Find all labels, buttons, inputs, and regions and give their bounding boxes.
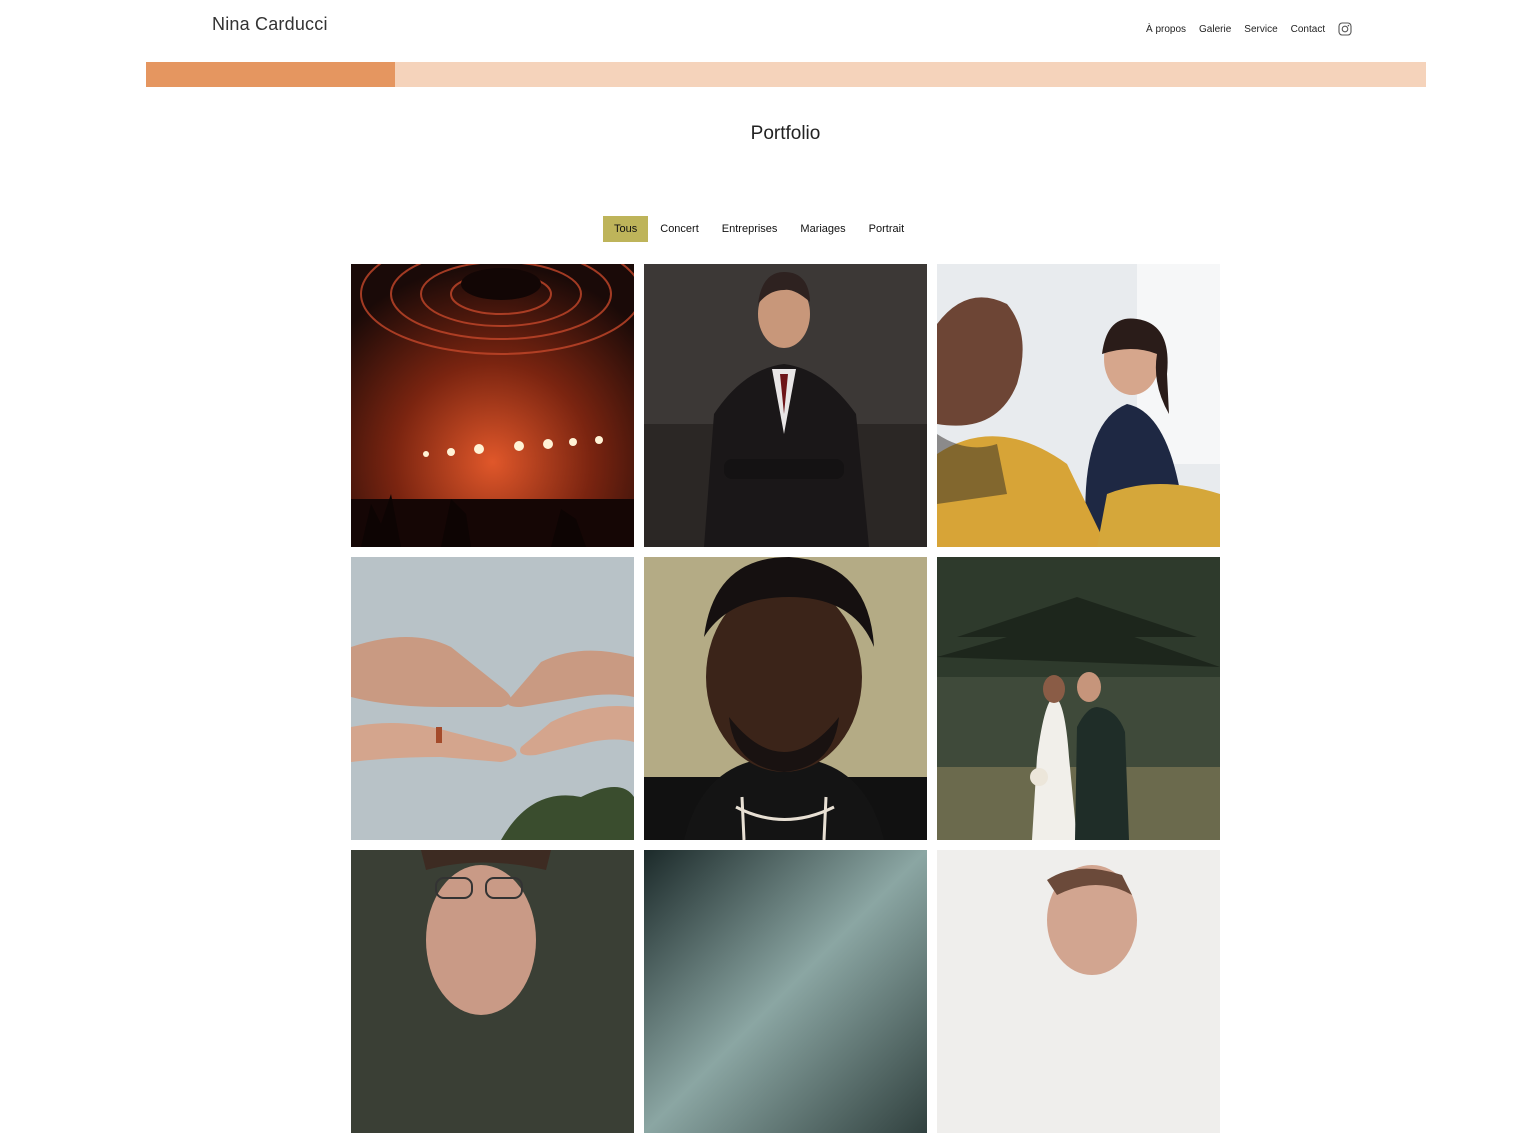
site-header: Nina Carducci À propos Galerie Service C… [0, 0, 1513, 62]
smoke-concert-photo [644, 850, 927, 1133]
man-portrait-closeup-photo [644, 557, 927, 840]
gallery-grid [351, 264, 1220, 1133]
page-title: Portfolio [750, 123, 821, 144]
office-meeting-photo [937, 264, 1220, 547]
couple-hands-photo [351, 557, 634, 840]
gallery-tile-concert[interactable] [351, 264, 634, 547]
brand-logo[interactable]: Nina Carducci [212, 14, 328, 35]
woman-glasses-portrait-photo [351, 850, 634, 1133]
progress-bar [146, 62, 1426, 87]
filter-concert[interactable]: Concert [649, 216, 710, 242]
nav-link-galerie[interactable]: Galerie [1199, 24, 1231, 35]
filter-entreprises[interactable]: Entreprises [711, 216, 789, 242]
gallery-tile-bride[interactable] [937, 850, 1220, 1133]
wedding-couple-photo [937, 557, 1220, 840]
main-nav: À propos Galerie Service Contact [1146, 22, 1352, 36]
nav-link-service[interactable]: Service [1244, 24, 1277, 35]
bride-portrait-photo [937, 850, 1220, 1133]
concert-stage-photo [351, 264, 634, 547]
filter-portrait[interactable]: Portrait [858, 216, 915, 242]
filter-bar: Tous Concert Entreprises Mariages Portra… [603, 216, 916, 242]
nav-link-a-propos[interactable]: À propos [1146, 24, 1186, 35]
nav-link-contact[interactable]: Contact [1291, 24, 1325, 35]
gallery-tile-wedding[interactable] [937, 557, 1220, 840]
filter-mariages[interactable]: Mariages [789, 216, 856, 242]
gallery-tile-office[interactable] [937, 264, 1220, 547]
gallery-tile-businessman[interactable] [644, 264, 927, 547]
gallery-tile-woman-glasses[interactable] [351, 850, 634, 1133]
gallery-tile-hands[interactable] [351, 557, 634, 840]
instagram-icon[interactable] [1338, 22, 1352, 36]
businessman-portrait-photo [644, 264, 927, 547]
filter-tous[interactable]: Tous [603, 216, 649, 242]
gallery-tile-smoke[interactable] [644, 850, 927, 1133]
gallery-tile-man-closeup[interactable] [644, 557, 927, 840]
progress-bar-fill [146, 62, 395, 87]
